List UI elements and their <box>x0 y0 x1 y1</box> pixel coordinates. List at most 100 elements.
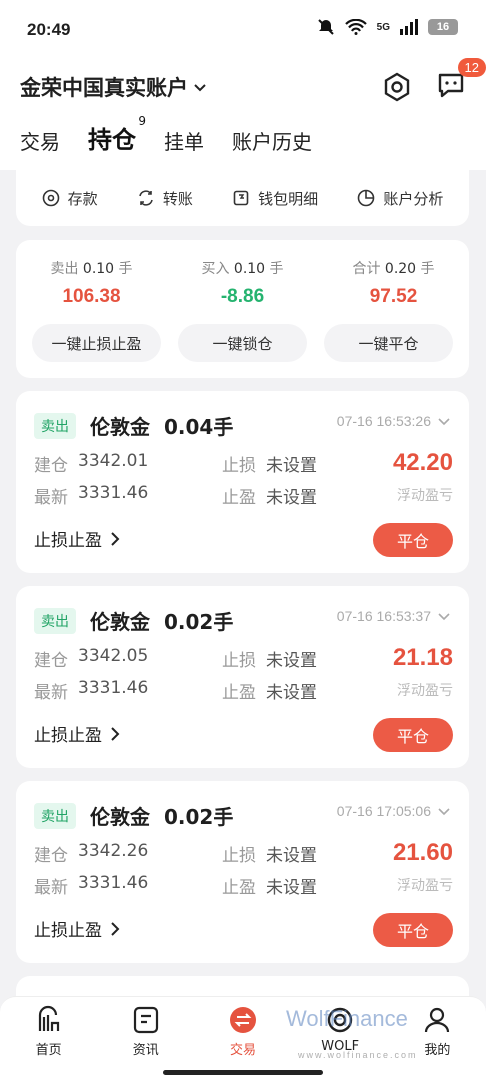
trade-icon <box>229 1007 256 1033</box>
deposit-label: 存款 <box>67 189 98 208</box>
tab-positions[interactable]: 持仓 9 <box>88 114 146 155</box>
floating-pnl: 21.18 <box>392 644 453 671</box>
nav-trade[interactable]: 交易 <box>203 1005 283 1058</box>
position-lots: 0.02手 <box>164 610 234 634</box>
pie-chart-icon <box>358 189 375 207</box>
batch-close-button[interactable]: 一键平仓 <box>324 324 453 362</box>
stop-loss-value: 未设置 <box>266 651 317 671</box>
chevron-down-icon <box>438 808 450 816</box>
side-tag: 卖出 <box>34 412 76 439</box>
sltp-link-label: 止损止盈 <box>34 531 102 551</box>
summary-buy-value: -8.86 <box>220 286 265 307</box>
position-card: 卖出 伦敦金 0.02手 07-16 16:53:37 建仓 3342.05 最新… <box>16 586 469 768</box>
open-label: 建仓 <box>34 651 68 671</box>
position-time-toggle[interactable]: 07-16 16:53:37 <box>337 608 451 624</box>
position-lots: 0.04手 <box>164 415 234 439</box>
sltp-link[interactable]: 止损止盈 <box>34 916 120 941</box>
summary-buy-lots: 0.10 <box>233 261 266 277</box>
stop-loss-value: 未设置 <box>266 846 317 866</box>
summary-total-value: 97.52 <box>369 286 418 307</box>
home-indicator <box>163 1070 323 1075</box>
nav-trade-label: 交易 <box>229 1043 256 1058</box>
take-profit-label: 止盈 <box>222 878 256 898</box>
take-profit-value: 未设置 <box>266 878 317 898</box>
transfer-label: 转账 <box>162 189 193 208</box>
positions-count: 9 <box>138 114 146 128</box>
floating-pnl-label: 浮动盈亏 <box>397 488 453 504</box>
status-time: 20:49 <box>27 20 71 39</box>
nav-profile-label: 我的 <box>424 1043 451 1058</box>
wifi-icon <box>344 19 367 35</box>
position-card: 卖出 伦敦金 0.04手 07-16 16:53:26 建仓 3342.01 最新… <box>16 391 469 573</box>
status-bar: 20:49 5G 16 <box>0 0 486 60</box>
latest-price: 3331.46 <box>78 873 149 893</box>
home-logo-icon <box>38 1005 59 1031</box>
wallet-icon <box>233 190 249 206</box>
side-tag: 卖出 <box>34 802 76 829</box>
quick-actions: 存款 转账 钱包明细 账户分析 <box>16 170 469 226</box>
take-profit-value: 未设置 <box>266 683 317 703</box>
batch-sltp-button[interactable]: 一键止损止盈 <box>32 324 161 362</box>
open-price: 3342.05 <box>78 646 149 666</box>
take-profit-label: 止盈 <box>222 683 256 703</box>
tab-account-history[interactable]: 账户历史 <box>232 126 312 155</box>
nav-news-label: 资讯 <box>132 1043 159 1058</box>
sltp-link[interactable]: 止损止盈 <box>34 526 120 551</box>
summary-total: 合计 0.20 手 97.52 <box>324 258 464 308</box>
transfer-icon <box>139 190 153 206</box>
position-summary: 卖出 0.10 手 106.38 买入 0.10 手 -8.86 合计 0.20… <box>16 240 469 378</box>
wallet-detail-label: 钱包明细 <box>258 189 319 208</box>
latest-label: 最新 <box>34 878 68 898</box>
status-icons: 5G 16 <box>317 18 458 36</box>
position-time: 07-16 16:53:26 <box>336 413 431 429</box>
deposit-button[interactable]: 存款 <box>42 188 98 209</box>
summary-total-unit: 手 <box>420 261 435 277</box>
stop-loss-label: 止损 <box>222 846 256 866</box>
nav-news[interactable]: 资讯 <box>106 1005 186 1058</box>
position-card: 卖出 伦敦金 0.02手 07-16 17:05:06 建仓 3342.26 最新… <box>16 781 469 963</box>
summary-sell-unit: 手 <box>118 261 133 277</box>
summary-buy-unit: 手 <box>269 261 284 277</box>
tab-pending-orders[interactable]: 挂单 <box>164 126 204 155</box>
symbol-name: 伦敦金 <box>90 805 150 829</box>
chevron-right-icon <box>111 531 120 546</box>
open-price: 3342.01 <box>78 451 149 471</box>
symbol-name: 伦敦金 <box>90 415 150 439</box>
account-name: 金荣中国真实账户 <box>20 76 188 100</box>
floating-pnl: 42.20 <box>392 449 453 476</box>
position-time-toggle[interactable]: 07-16 16:53:26 <box>337 413 451 429</box>
messages-button[interactable]: 12 <box>436 58 486 104</box>
tab-positions-label: 持仓 <box>88 126 136 154</box>
deposit-icon <box>42 189 59 207</box>
floating-pnl-label: 浮动盈亏 <box>397 878 453 894</box>
wallet-detail-button[interactable]: 钱包明细 <box>232 188 318 209</box>
close-position-button[interactable]: 平仓 <box>373 523 453 557</box>
signal-icon <box>400 19 418 35</box>
account-analysis-button[interactable]: 账户分析 <box>357 188 443 209</box>
latest-label: 最新 <box>34 488 68 508</box>
account-analysis-label: 账户分析 <box>383 189 444 208</box>
watermark-brand: WolfFinance <box>286 1006 408 1031</box>
side-tag: 卖出 <box>34 607 76 634</box>
summary-sell-value: 106.38 <box>62 286 121 307</box>
stop-loss-value: 未设置 <box>266 456 317 476</box>
transfer-button[interactable]: 转账 <box>137 188 193 209</box>
close-position-button[interactable]: 平仓 <box>373 913 453 947</box>
close-position-button[interactable]: 平仓 <box>373 718 453 752</box>
position-time: 07-16 16:53:37 <box>336 608 431 624</box>
summary-buy: 买入 0.10 手 -8.86 <box>173 258 313 308</box>
position-time-toggle[interactable]: 07-16 17:05:06 <box>337 803 451 819</box>
position-time: 07-16 17:05:06 <box>336 803 431 819</box>
sltp-link[interactable]: 止损止盈 <box>34 721 120 746</box>
header-actions: 12 <box>382 58 486 104</box>
floating-pnl-label: 浮动盈亏 <box>397 683 453 699</box>
watermark-url: www.wolfinance.com <box>298 1050 418 1060</box>
take-profit-value: 未设置 <box>266 488 317 508</box>
nav-home[interactable]: 首页 <box>9 1005 89 1058</box>
settings-hexagon-icon[interactable] <box>382 72 412 102</box>
batch-lock-button[interactable]: 一键锁仓 <box>178 324 307 362</box>
sltp-link-label: 止损止盈 <box>34 921 102 941</box>
account-selector[interactable]: 金荣中国真实账户 <box>20 72 208 102</box>
tab-trade[interactable]: 交易 <box>20 126 60 155</box>
take-profit-label: 止盈 <box>222 488 256 508</box>
